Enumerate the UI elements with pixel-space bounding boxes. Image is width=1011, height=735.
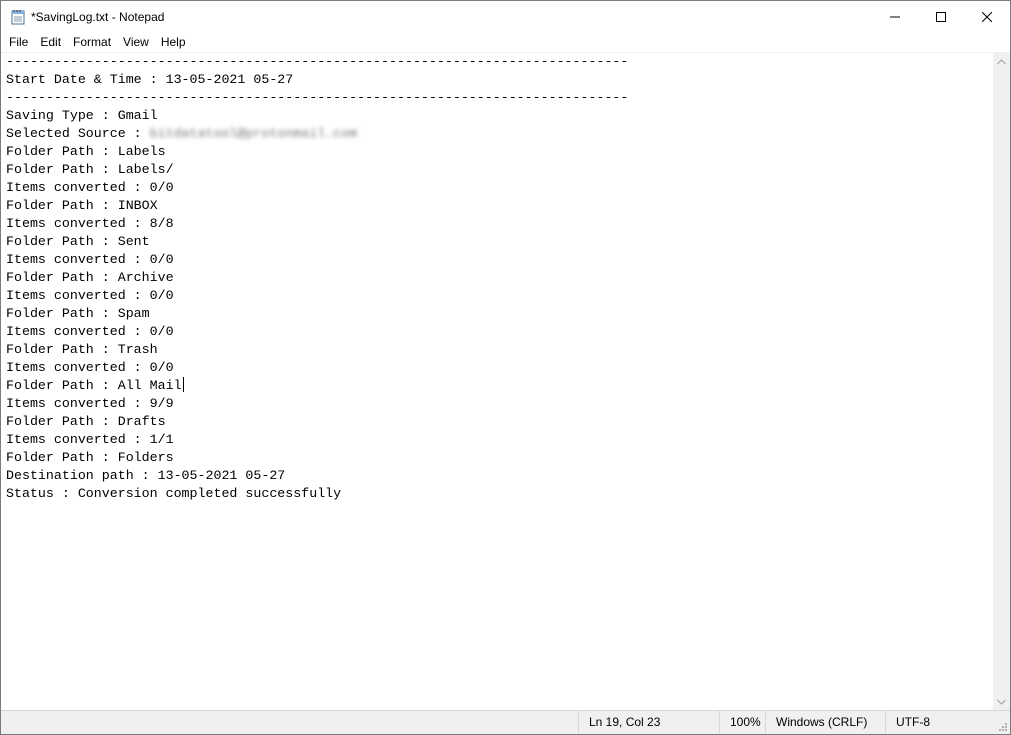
line-text: Items converted : 8/8 xyxy=(6,216,174,231)
vertical-scrollbar[interactable] xyxy=(993,53,1010,710)
text-line: Items converted : 0/0 xyxy=(6,359,993,377)
line-text: Folder Path : Labels/ xyxy=(6,162,174,177)
menu-format[interactable]: Format xyxy=(67,32,117,52)
menu-help[interactable]: Help xyxy=(155,32,192,52)
cursor-position: Ln 19, Col 23 xyxy=(578,711,719,734)
maximize-icon xyxy=(936,11,946,22)
chevron-down-icon xyxy=(997,699,1006,705)
notepad-icon xyxy=(11,9,25,25)
title-bar[interactable]: *SavingLog.txt - Notepad xyxy=(1,1,1010,32)
line-text: Folder Path : Archive xyxy=(6,270,174,285)
text-line: Folder Path : Trash xyxy=(6,341,993,359)
line-text: Folder Path : INBOX xyxy=(6,198,158,213)
redacted-source-email: bitdatatool@protonmail.com xyxy=(149,126,358,141)
chevron-up-icon xyxy=(997,58,1006,64)
text-line: Items converted : 0/0 xyxy=(6,323,993,341)
text-line: Status : Conversion completed successful… xyxy=(6,485,993,503)
text-line: Items converted : 9/9 xyxy=(6,395,993,413)
status-bar: Ln 19, Col 23 100% Windows (CRLF) UTF-8 xyxy=(1,710,1010,734)
text-line: Folder Path : Sent xyxy=(6,233,993,251)
line-text: Destination path : 13-05-2021 05-27 xyxy=(6,468,286,483)
line-text: Folder Path : Labels xyxy=(6,144,166,159)
zoom-level: 100% xyxy=(719,711,765,734)
text-line: Folder Path : Archive xyxy=(6,269,993,287)
text-line: Folder Path : Labels xyxy=(6,143,993,161)
minimize-button[interactable] xyxy=(872,1,918,32)
line-text: Items converted : 0/0 xyxy=(6,324,174,339)
line-text: Folder Path : Trash xyxy=(6,342,158,357)
line-text: Items converted : 9/9 xyxy=(6,396,174,411)
text-caret xyxy=(182,377,184,392)
line-text: Selected Source : xyxy=(6,126,150,141)
encoding: UTF-8 xyxy=(885,711,1010,734)
text-line: Selected Source : bitdatatool@protonmail… xyxy=(6,125,993,143)
line-text: Folder Path : Spam xyxy=(6,306,150,321)
line-text: Status : Conversion completed successful… xyxy=(6,486,342,501)
line-text: Items converted : 0/0 xyxy=(6,288,174,303)
line-text: Items converted : 0/0 xyxy=(6,252,174,267)
text-line: Items converted : 0/0 xyxy=(6,287,993,305)
close-icon xyxy=(982,11,992,22)
line-text: Folder Path : Folders xyxy=(6,450,174,465)
menu-view[interactable]: View xyxy=(117,32,155,52)
text-editor[interactable]: ----------------------------------------… xyxy=(1,53,993,710)
line-text: Folder Path : Drafts xyxy=(6,414,166,429)
text-line: Folder Path : Folders xyxy=(6,449,993,467)
line-text: Items converted : 0/0 xyxy=(6,180,174,195)
line-text: Items converted : 1/1 xyxy=(6,432,174,447)
line-text: ----------------------------------------… xyxy=(6,90,629,105)
window-title: *SavingLog.txt - Notepad xyxy=(31,9,165,24)
text-line: ----------------------------------------… xyxy=(6,89,993,107)
line-text: Saving Type : Gmail xyxy=(6,108,158,123)
minimize-icon xyxy=(890,16,900,17)
menu-bar: File Edit Format View Help xyxy=(1,32,1010,53)
text-line: Folder Path : Spam xyxy=(6,305,993,323)
text-line: Destination path : 13-05-2021 05-27 xyxy=(6,467,993,485)
line-text: Items converted : 0/0 xyxy=(6,360,174,375)
scroll-up-button[interactable] xyxy=(993,53,1010,70)
text-line: Folder Path : Labels/ xyxy=(6,161,993,179)
editor-area: ----------------------------------------… xyxy=(1,53,1010,710)
text-line: ----------------------------------------… xyxy=(6,53,993,71)
close-button[interactable] xyxy=(964,1,1010,32)
text-line: Folder Path : INBOX xyxy=(6,197,993,215)
menu-file[interactable]: File xyxy=(3,32,34,52)
text-line: Items converted : 0/0 xyxy=(6,251,993,269)
line-text: Folder Path : All Mail xyxy=(6,378,182,393)
text-line: Saving Type : Gmail xyxy=(6,107,993,125)
line-ending: Windows (CRLF) xyxy=(765,711,885,734)
text-line: Folder Path : All Mail xyxy=(6,377,993,395)
text-line: Items converted : 8/8 xyxy=(6,215,993,233)
text-line: Items converted : 1/1 xyxy=(6,431,993,449)
maximize-button[interactable] xyxy=(918,1,964,32)
line-text: ----------------------------------------… xyxy=(6,54,629,69)
line-text: Folder Path : Sent xyxy=(6,234,150,249)
scroll-down-button[interactable] xyxy=(993,693,1010,710)
text-line: Items converted : 0/0 xyxy=(6,179,993,197)
notepad-window: *SavingLog.txt - Notepad File Edit Forma… xyxy=(0,0,1011,735)
line-text: Start Date & Time : 13-05-2021 05-27 xyxy=(6,72,294,87)
text-line: Folder Path : Drafts xyxy=(6,413,993,431)
text-line: Start Date & Time : 13-05-2021 05-27 xyxy=(6,71,993,89)
resize-grip-icon[interactable] xyxy=(998,722,1008,732)
menu-edit[interactable]: Edit xyxy=(34,32,67,52)
